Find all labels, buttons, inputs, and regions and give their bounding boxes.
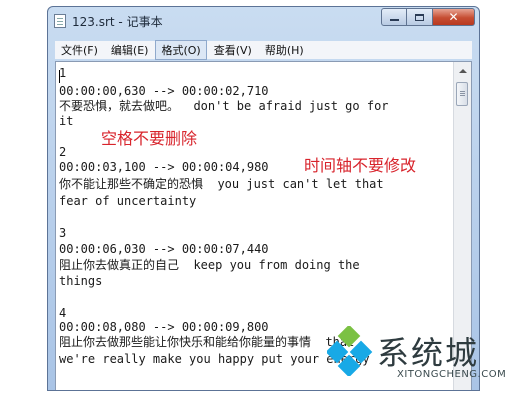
watermark-brand: 系统城 (377, 334, 480, 372)
menu-help[interactable]: 帮助(H) (259, 40, 310, 60)
text-line: 00:00:00,630 --> 00:00:02,710 (59, 84, 269, 98)
scroll-thumb[interactable] (456, 82, 468, 106)
text-line: 阻止你去做真正的自己 keep you from doing the (59, 258, 360, 272)
close-button[interactable]: ✕ (433, 8, 475, 26)
window-title: 123.srt - 记事本 (72, 15, 163, 29)
maximize-icon (415, 13, 424, 21)
menu-view[interactable]: 查看(V) (208, 40, 258, 60)
text-line: things (59, 274, 103, 288)
text-line: 阻止你去做那些能让你快乐和能给你能量的事情 that (59, 335, 355, 349)
text-line: 4 (59, 306, 67, 320)
minimize-button[interactable] (381, 8, 407, 26)
text-line: we're really make you happy put your ene… (59, 352, 370, 366)
scroll-up-icon[interactable] (454, 62, 471, 79)
watermark-logo (327, 326, 373, 376)
timeline-annotation: 时间轴不要修改 (304, 156, 417, 175)
text-line: 1 (59, 66, 67, 80)
text-line: fear of uncertainty (59, 194, 197, 208)
text-line: 00:00:08,080 --> 00:00:09,800 (59, 320, 269, 334)
spaces-annotation: 空格不要删除 (101, 129, 198, 148)
text-line: 00:00:06,030 --> 00:00:07,440 (59, 242, 269, 256)
menu-bar: 文件(F) 编辑(E) 格式(O) 查看(V) 帮助(H) (55, 40, 472, 60)
minimize-icon (389, 19, 399, 21)
title-bar[interactable]: 123.srt - 记事本 ✕ (48, 7, 479, 35)
close-icon: ✕ (448, 10, 459, 24)
menu-file[interactable]: 文件(F) (55, 40, 104, 60)
watermark-url: XITONGCHENG.COM (397, 369, 507, 380)
notepad-icon (54, 14, 66, 28)
text-line: it (59, 114, 74, 128)
text-line: 不要恐惧，就去做吧。 don't be afraid just go for (59, 99, 389, 113)
text-line: 3 (59, 226, 67, 240)
text-line: 2 (59, 145, 67, 159)
text-line: 你不能让那些不确定的恐惧 you just can't let that (59, 177, 384, 191)
caption-buttons: ✕ (381, 8, 475, 26)
menu-format[interactable]: 格式(O) (155, 40, 207, 60)
text-line: 00:00:03,100 --> 00:00:04,980 (59, 160, 269, 174)
menu-edit[interactable]: 编辑(E) (105, 40, 155, 60)
maximize-button[interactable] (407, 8, 433, 26)
